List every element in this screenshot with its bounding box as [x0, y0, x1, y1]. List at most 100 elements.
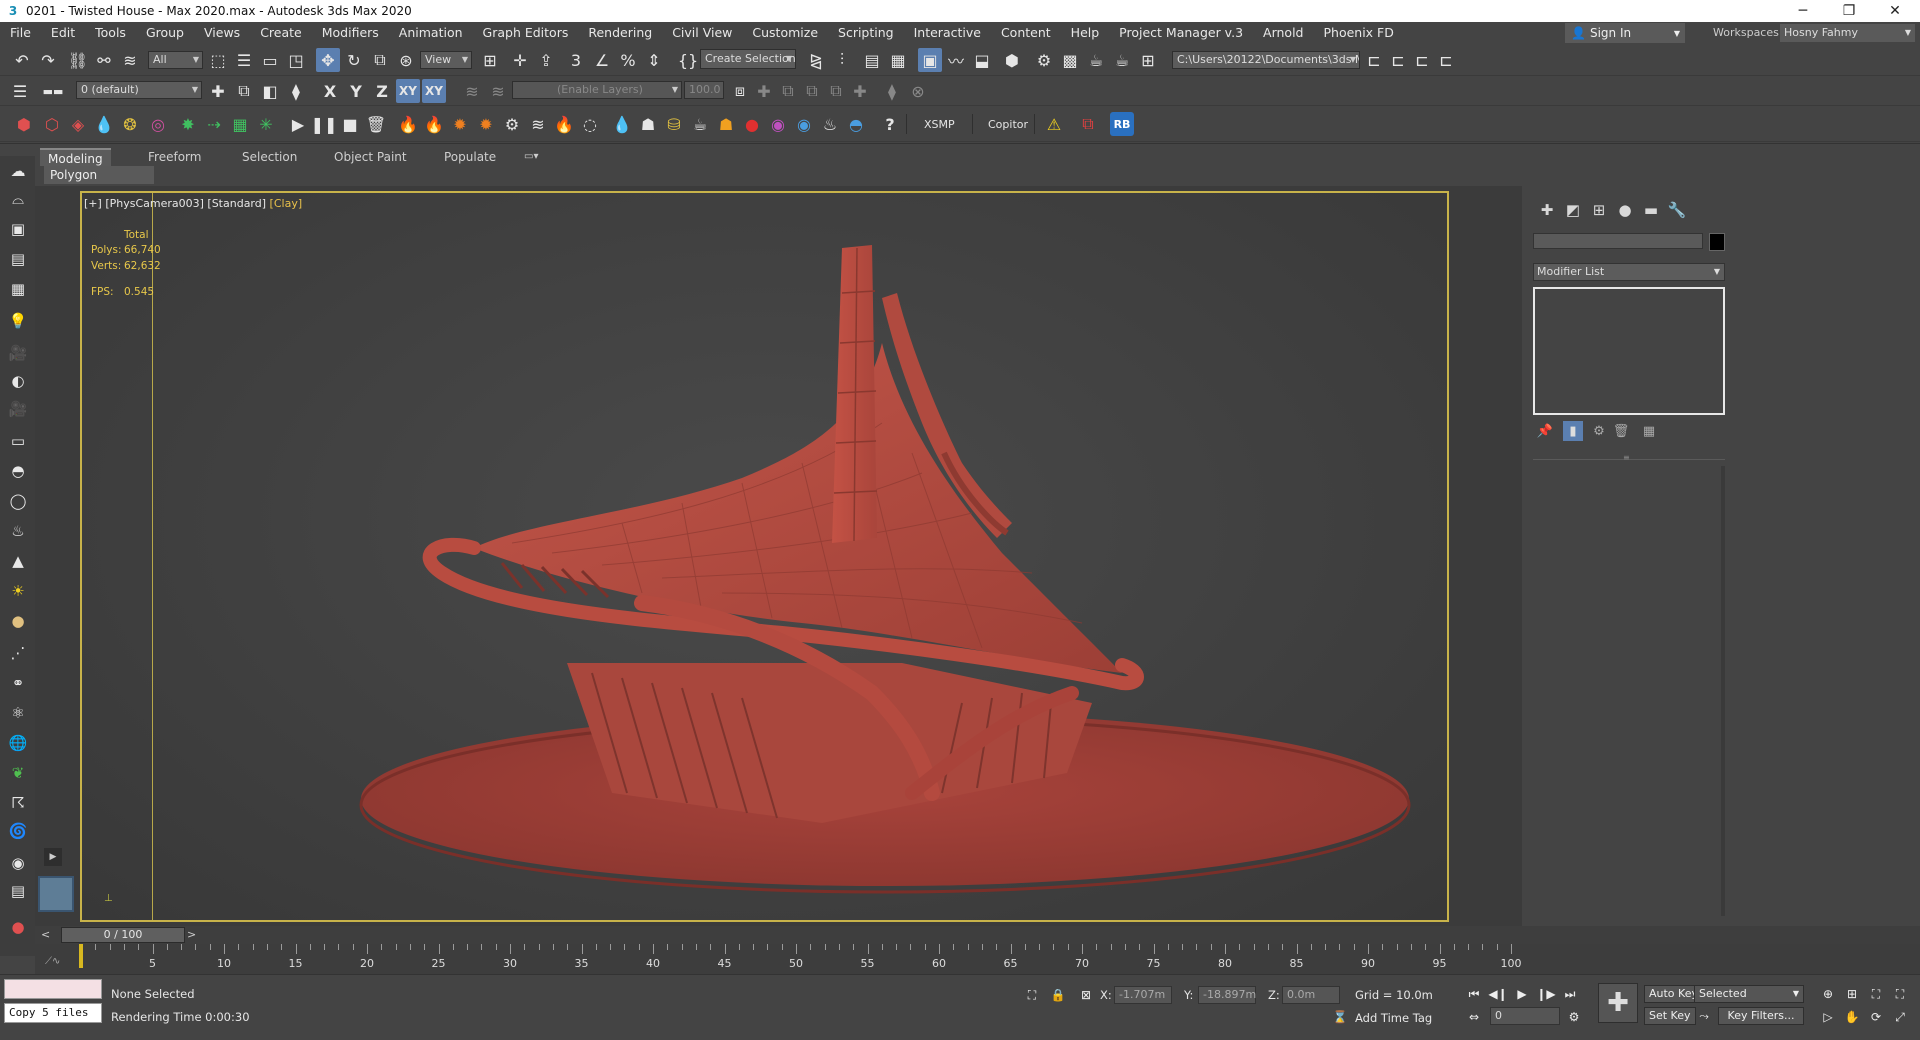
animation-layer-icon[interactable]: ⧈ — [728, 79, 752, 103]
close-button[interactable]: ✕ — [1872, 0, 1918, 22]
tab-freeform[interactable]: Freeform — [140, 148, 209, 166]
display-tab-icon[interactable]: ▬ — [1640, 199, 1662, 221]
curve-editor-icon[interactable]: 〰 — [944, 48, 968, 72]
edit-named-selection-icon[interactable]: {} — [676, 48, 700, 72]
layer-stack-icon[interactable]: ≋ — [486, 79, 510, 103]
toggle-ribbon-icon[interactable]: ▣ — [918, 48, 942, 72]
menu-create[interactable]: Create — [250, 22, 312, 44]
bind-spacewarp-icon[interactable]: ≋ — [118, 48, 142, 72]
light-icon[interactable]: 💡 — [5, 308, 31, 334]
key-filters-button[interactable]: Key Filters... — [1718, 1007, 1804, 1025]
layer-dropdown[interactable]: 0 (default) ▼ — [76, 81, 202, 99]
maxscript-listener[interactable] — [4, 979, 102, 999]
panel-scrollbar[interactable] — [1721, 466, 1725, 916]
project-folder-icon[interactable]: ⊏ — [1362, 48, 1386, 72]
project-tool-icon[interactable]: ⊏ — [1386, 48, 1410, 72]
viewport-nav-widget[interactable] — [38, 876, 74, 912]
named-selection-dropdown[interactable]: Create Selection Se▼ — [700, 49, 796, 69]
axis-xyz-button[interactable]: XY — [422, 79, 446, 103]
maxscript-output[interactable]: Copy 5 files — [4, 1003, 102, 1023]
schematic-view-icon[interactable]: ⬓ — [970, 48, 994, 72]
particle-flow-icon[interactable]: ✸ — [176, 112, 200, 136]
spinner-snap-icon[interactable]: ⇕ — [642, 48, 666, 72]
field-of-view-icon[interactable]: ▷ — [1818, 1008, 1838, 1026]
snaps-toggle-icon[interactable]: 3 — [564, 48, 588, 72]
pan-icon[interactable]: ✋ — [1842, 1008, 1862, 1026]
time-slider[interactable]: < 0 / 100 > — [35, 926, 1920, 944]
tab-modeling[interactable]: Modeling — [40, 148, 111, 166]
render-iterative-icon[interactable]: ☕ — [1110, 48, 1134, 72]
layer-manager-icon[interactable]: ☰ — [8, 79, 32, 103]
expand-arrow-icon[interactable]: ▶ — [44, 848, 62, 866]
menu-phoenix-fd[interactable]: Phoenix FD — [1313, 22, 1403, 44]
sphere-icon[interactable]: ● — [5, 608, 31, 634]
render-in-cloud-icon[interactable]: ⊞ — [1136, 48, 1160, 72]
time-next-button[interactable]: > — [187, 928, 196, 941]
object-name-field[interactable] — [1533, 233, 1703, 249]
axis-x-button[interactable]: X — [318, 79, 342, 103]
phoenix-fire-icon[interactable]: ✹ — [474, 112, 498, 136]
material-editor-icon[interactable]: ⬢ — [1000, 48, 1024, 72]
axis-xy-button[interactable]: XY — [396, 79, 420, 103]
particle-icon[interactable]: ❂ — [118, 112, 142, 136]
plugin-icon[interactable]: ⧉ — [1076, 112, 1100, 136]
phoenix-liquid-icon[interactable]: 💧 — [610, 112, 634, 136]
link-icon[interactable]: ⛓ — [66, 48, 90, 72]
menu-edit[interactable]: Edit — [41, 22, 85, 44]
phoenix-tool-icon[interactable]: ⚙ — [500, 112, 524, 136]
globe-icon[interactable]: 🌐 — [5, 730, 31, 756]
minimize-button[interactable]: ─ — [1780, 0, 1826, 22]
menu-customize[interactable]: Customize — [742, 22, 828, 44]
trash-icon[interactable]: 🗑 — [364, 112, 388, 136]
menu-file[interactable]: File — [0, 22, 41, 44]
cone-icon[interactable]: ▲ — [5, 548, 31, 574]
pause-icon[interactable]: ❚❚ — [311, 112, 338, 136]
play-animation-icon[interactable]: ▶ — [1512, 985, 1532, 1003]
animation-layer-icon[interactable]: ⧫ — [880, 79, 904, 103]
select-in-layer-icon[interactable]: ◧ — [258, 79, 282, 103]
menu-scripting[interactable]: Scripting — [828, 22, 904, 44]
select-object-icon[interactable]: ⬚ — [206, 48, 230, 72]
modifier-stack[interactable] — [1533, 287, 1725, 415]
z-coordinate-field[interactable]: 0.0m — [1282, 986, 1340, 1004]
absolute-mode-icon[interactable]: ⊠ — [1076, 986, 1096, 1004]
dome-icon[interactable]: ◓ — [5, 458, 31, 484]
render-production-icon[interactable]: ☕ — [1084, 48, 1108, 72]
set-current-layer-icon[interactable]: ⧫ — [284, 79, 308, 103]
selection-filter-dropdown[interactable]: All ▼ — [148, 51, 203, 69]
object-icon[interactable]: ▣ — [5, 216, 31, 242]
sphere-icon[interactable]: ◯ — [5, 488, 31, 514]
undo-icon[interactable]: ↶ — [10, 48, 34, 72]
enable-layers-dropdown[interactable]: (Enable Layers) ▼ — [512, 81, 682, 99]
y-coordinate-field[interactable]: -18.897m — [1198, 986, 1256, 1004]
warning-icon[interactable]: ⚠ — [1042, 112, 1066, 136]
make-unique-icon[interactable]: ⚙ — [1589, 421, 1609, 441]
phoenix-tool-icon[interactable]: ☗ — [636, 112, 660, 136]
phoenix-fire-icon[interactable]: 🔥 — [396, 112, 420, 136]
box-wire-icon[interactable]: ⬡ — [40, 112, 64, 136]
isolate-icon[interactable]: ⛶ — [1022, 986, 1042, 1004]
xsmp-button[interactable]: XSMP — [924, 118, 955, 131]
menu-group[interactable]: Group — [136, 22, 194, 44]
percent-spinner[interactable]: 100.0 — [684, 81, 724, 99]
camera-icon[interactable]: 🎥 — [5, 396, 31, 422]
project-tool-icon[interactable]: ⊏ — [1434, 48, 1458, 72]
toggle-layer-explorer-icon[interactable]: ▦ — [886, 48, 910, 72]
sphere-icon[interactable]: ◉ — [5, 850, 31, 876]
axis-z-button[interactable]: Z — [370, 79, 394, 103]
arrow-right-icon[interactable]: ⇢ — [202, 112, 226, 136]
rotate-icon[interactable]: ↻ — [342, 48, 366, 72]
workspace-dropdown[interactable]: Hosny Fahmy ▼ — [1780, 24, 1915, 42]
object-icon[interactable]: ▦ — [5, 276, 31, 302]
plane-icon[interactable]: ▭ — [5, 428, 31, 454]
menu-interactive[interactable]: Interactive — [904, 22, 991, 44]
key-mode-icon[interactable]: ⇔ — [1464, 1008, 1484, 1026]
menu-views[interactable]: Views — [194, 22, 250, 44]
rectangular-selection-icon[interactable]: ▭ — [258, 48, 282, 72]
set-key-big-icon[interactable]: ✚ — [1598, 983, 1638, 1023]
key-set-dropdown[interactable]: Selected ▼ — [1694, 985, 1804, 1003]
project-path-dropdown[interactable]: C:\Users\20122\Documents\3ds Max 2020▼ — [1172, 51, 1360, 69]
panel-grip-icon[interactable]: ≡ — [1623, 453, 1630, 462]
menu-content[interactable]: Content — [991, 22, 1061, 44]
phoenix-tool-icon[interactable]: ≋ — [526, 112, 550, 136]
